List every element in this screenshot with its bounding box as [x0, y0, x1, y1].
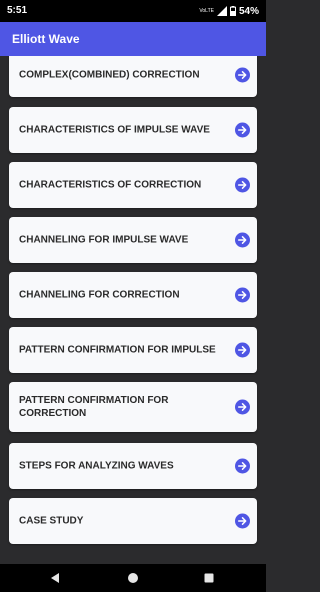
arrow-right-circle-icon[interactable] — [235, 177, 250, 193]
battery-percentage: 54% — [238, 5, 259, 17]
list-item[interactable]: COMPLEX(COMBINED) CORRECTION — [9, 56, 257, 97]
list-item-label: CHANNELING FOR CORRECTION — [19, 289, 180, 301]
arrow-right-circle-icon[interactable] — [235, 342, 250, 358]
signal-icon — [216, 6, 227, 16]
app-title: Elliott Wave — [12, 32, 80, 46]
recents-icon[interactable] — [202, 571, 216, 585]
list-item-label: PATTERN CONFIRMATION FOR CORRECTION — [19, 395, 169, 419]
list-item-label: PATTERN CONFIRMATION FOR IMPULSE — [19, 344, 216, 356]
arrow-right-circle-icon[interactable] — [235, 287, 250, 303]
list-item[interactable]: CHANNELING FOR CORRECTION — [9, 272, 257, 318]
list-item-label: CHARACTERISTICS OF CORRECTION — [19, 179, 202, 191]
arrow-right-circle-icon[interactable] — [235, 122, 250, 138]
list-item[interactable]: CHARACTERISTICS OF CORRECTION — [9, 162, 257, 208]
list-item[interactable]: CHARACTERISTICS OF IMPULSE WAVE — [9, 107, 257, 153]
arrow-right-circle-icon[interactable] — [235, 67, 250, 82]
list-item[interactable]: CHANNELING FOR IMPULSE WAVE — [9, 217, 257, 263]
status-icons: VoLTE 54% — [199, 4, 259, 18]
list-item-label: CHANNELING FOR IMPULSE WAVE — [19, 234, 189, 246]
topic-list[interactable]: COMPLEX(COMBINED) CORRECTION CHARACTERIS… — [0, 56, 266, 564]
arrow-right-circle-icon[interactable] — [235, 458, 250, 474]
arrow-right-circle-icon[interactable] — [235, 232, 250, 248]
list-item-label: COMPLEX(COMBINED) CORRECTION — [19, 69, 200, 80]
list-item[interactable]: STEPS FOR ANALYZING WAVES — [9, 443, 257, 489]
list-item[interactable]: PATTERN CONFIRMATION FOR CORRECTION — [9, 382, 257, 432]
status-time: 5:51 — [7, 5, 28, 16]
list-item-label: CHARACTERISTICS OF IMPULSE WAVE — [19, 124, 210, 136]
battery-icon — [229, 6, 236, 16]
back-icon[interactable] — [48, 571, 62, 585]
list-item-label: CASE STUDY — [19, 515, 84, 527]
arrow-right-circle-icon[interactable] — [235, 513, 250, 529]
app-bar: Elliott Wave — [0, 22, 266, 56]
list-item[interactable]: PATTERN CONFIRMATION FOR IMPULSE — [9, 327, 257, 373]
status-bar: 5:51 VoLTE 54% — [0, 0, 266, 22]
network-label: VoLTE — [199, 7, 214, 14]
arrow-right-circle-icon[interactable] — [235, 399, 250, 415]
home-icon[interactable] — [126, 571, 140, 585]
system-nav-bar — [0, 564, 266, 592]
list-item[interactable]: CASE STUDY — [9, 498, 257, 544]
list-item-label: STEPS FOR ANALYZING WAVES — [19, 460, 174, 472]
